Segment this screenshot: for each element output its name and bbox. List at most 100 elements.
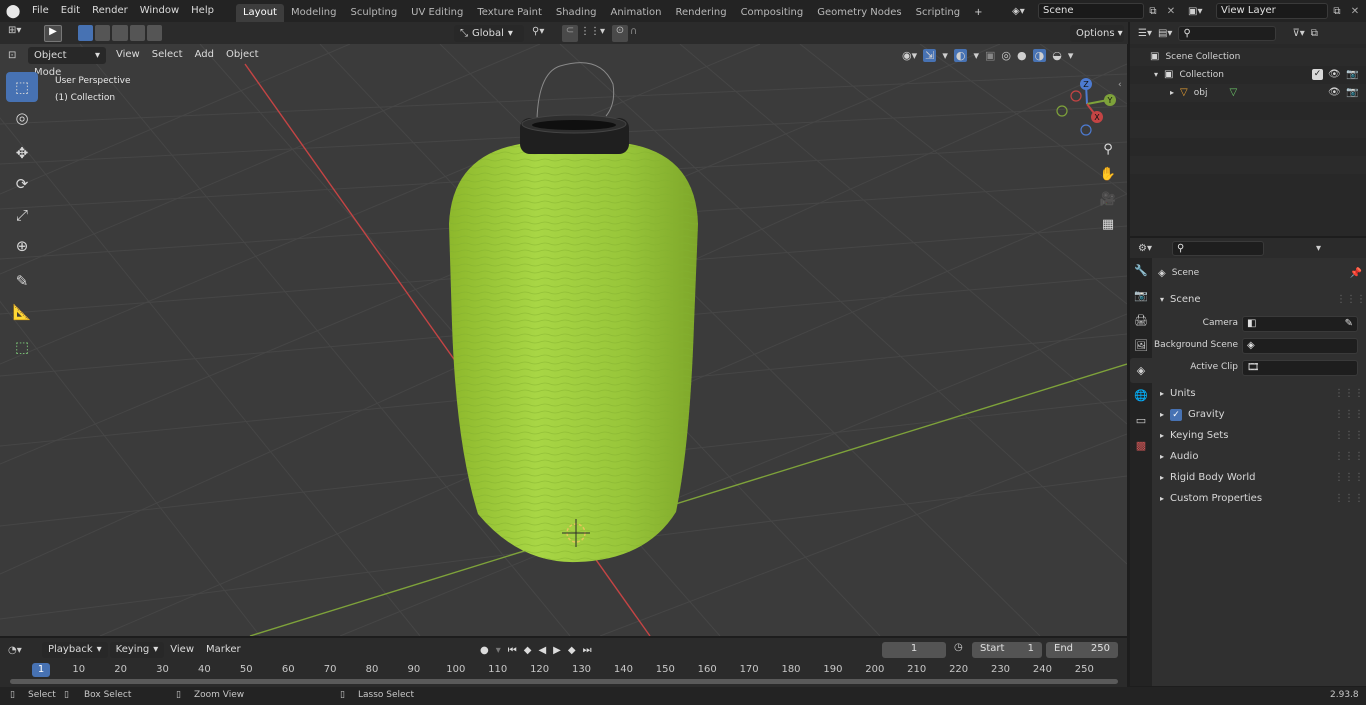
collection-exclude-checkbox[interactable]: ✓ — [1312, 69, 1323, 80]
menu-render[interactable]: Render — [86, 0, 134, 22]
properties-options-icon[interactable]: ▾ — [1316, 243, 1321, 254]
properties-editor-type-icon[interactable]: ⚙▾ — [1138, 243, 1152, 254]
timeline-editor-type-icon[interactable]: ◔▾ — [8, 645, 38, 656]
texture-tab-icon[interactable]: ▩ — [1130, 433, 1152, 458]
properties-search-field[interactable]: ⚲ — [1171, 240, 1264, 256]
select-invert-icon[interactable] — [129, 25, 145, 41]
outliner-filter-icon[interactable]: ⊽▾ — [1292, 28, 1304, 39]
gizmo-neg-z-handle[interactable] — [1080, 124, 1092, 136]
timeline-menu-view[interactable]: View — [164, 639, 200, 661]
keying-dropdown-icon[interactable]: ▾ — [496, 645, 501, 656]
collection-visibility-icon[interactable]: 👁 — [1328, 66, 1341, 84]
add-workspace-button[interactable]: + — [967, 4, 989, 22]
tab-modeling[interactable]: Modeling — [284, 4, 344, 22]
active-tool-icon[interactable]: ▶ — [44, 25, 62, 42]
viewport-menu-add[interactable]: Add — [189, 44, 220, 66]
jump-end-icon[interactable]: ⏭ — [583, 645, 592, 656]
editor-type-button[interactable]: ⊞▾ — [8, 25, 34, 41]
select-box-tool-icon[interactable]: ⬚ — [6, 72, 38, 102]
select-new-icon[interactable] — [78, 25, 94, 41]
copy-view-layer-icon[interactable]: ⧉ — [1328, 6, 1346, 17]
visibility-icon[interactable]: ◉▾ — [902, 49, 917, 62]
options-dropdown[interactable]: Options ▾ — [1070, 25, 1124, 42]
camera-view-icon[interactable]: 🎥 — [1098, 192, 1118, 217]
tab-scripting[interactable]: Scripting — [909, 4, 967, 22]
mesh-data-icon[interactable]: ▽ — [1229, 84, 1237, 102]
3d-viewport[interactable] — [0, 44, 1127, 636]
pivot-point-dropdown[interactable]: ⚲▾ — [532, 26, 556, 37]
pan-hand-icon[interactable]: ✋ — [1098, 167, 1118, 192]
zoom-icon[interactable]: ⚲ — [1098, 142, 1118, 167]
annotate-tool-icon[interactable]: ✎ — [6, 266, 38, 296]
navigation-gizmo[interactable]: Z Y X — [1052, 74, 1122, 138]
timeline-menu-keying[interactable]: Keying ▾ — [109, 642, 165, 658]
auto-keying-icon[interactable]: ● — [480, 645, 489, 656]
menu-edit[interactable]: Edit — [55, 0, 86, 22]
scale-tool-icon[interactable]: ⤢ — [6, 200, 38, 230]
cursor-tool-icon[interactable]: ◎ — [6, 103, 38, 133]
custom-props-drag-icon[interactable]: ⋮⋮⋮ — [1334, 488, 1364, 509]
tab-layout[interactable]: Layout — [235, 4, 284, 22]
viewport-menu-object[interactable]: Object — [220, 44, 265, 66]
outliner-row-scene-collection[interactable]: ▣ Scene Collection — [1130, 48, 1366, 66]
object-mode-dropdown[interactable]: Object Mode ▾ — [28, 46, 106, 78]
outliner-editor-type-icon[interactable]: ☰▾ — [1138, 28, 1152, 39]
copy-scene-icon[interactable]: ⧉ — [1144, 6, 1162, 17]
end-frame-field[interactable]: End 250 — [1046, 642, 1118, 658]
scene-name-field[interactable]: Scene — [1038, 3, 1144, 19]
tab-compositing[interactable]: Compositing — [734, 4, 811, 22]
select-extend-icon[interactable] — [95, 25, 111, 41]
section-audio[interactable]: ▸ Audio ⋮⋮⋮ — [1152, 446, 1364, 467]
render-tab-icon[interactable]: 📷 — [1130, 283, 1152, 308]
viewport-menu-select[interactable]: Select — [146, 44, 189, 66]
snap-target-dropdown[interactable]: ⋮⋮▾ — [580, 26, 606, 37]
view-layer-tab-icon[interactable]: 🖼 — [1130, 333, 1152, 358]
start-frame-field[interactable]: Start 1 — [972, 642, 1042, 658]
outliner-display-mode-icon[interactable]: ▤▾ — [1158, 28, 1172, 39]
transform-orientation-dropdown[interactable]: ⤡ Global ▾ — [454, 25, 524, 42]
keying-sets-drag-icon[interactable]: ⋮⋮⋮ — [1334, 425, 1364, 446]
obj-visibility-icon[interactable]: 👁 — [1328, 84, 1341, 102]
view-layer-selector[interactable]: ▣▾ View Layer ⧉ ✕ — [1188, 2, 1366, 20]
output-tab-icon[interactable]: 🖨 — [1130, 308, 1152, 333]
section-rigid-body-world[interactable]: ▸ Rigid Body World ⋮⋮⋮ — [1152, 467, 1364, 488]
add-cube-tool-icon[interactable]: ⬚ — [6, 332, 38, 362]
units-drag-icon[interactable]: ⋮⋮⋮ — [1334, 383, 1364, 404]
shading-rendered-icon[interactable]: ◒ — [1052, 49, 1062, 62]
shading-solid-icon[interactable]: ● — [1017, 49, 1027, 62]
overlay-toggle-icon[interactable]: ◐ — [953, 48, 968, 62]
scene-panel-drag-icon[interactable]: ⋮⋮⋮ — [1336, 289, 1366, 310]
scene-panel-header[interactable]: ▾ Scene ⋮⋮⋮ — [1152, 289, 1366, 310]
eyedropper-icon[interactable]: ✎ — [1345, 317, 1353, 331]
gizmo-neg-y-handle[interactable] — [1056, 105, 1068, 117]
section-gravity[interactable]: ▸ ✓ Gravity ⋮⋮⋮ — [1152, 404, 1364, 425]
shading-options-icon[interactable]: ▾ — [1068, 49, 1074, 62]
timeline-ruler[interactable]: 1 10 20 30 40 50 60 70 80 90 100 110 120 130 140 150 160… — [0, 662, 1127, 680]
tab-texture-paint[interactable]: Texture Paint — [470, 4, 549, 22]
obj-render-icon[interactable]: 📷 — [1346, 84, 1358, 102]
gravity-drag-icon[interactable]: ⋮⋮⋮ — [1334, 404, 1364, 425]
shading-wireframe-icon[interactable]: ◎ — [1001, 49, 1011, 62]
obj-expand-icon[interactable]: ▸ — [1170, 84, 1174, 102]
measure-tool-icon[interactable]: 📐 — [6, 297, 38, 327]
menu-file[interactable]: File — [26, 0, 55, 22]
menu-window[interactable]: Window — [134, 0, 185, 22]
tab-rendering[interactable]: Rendering — [668, 4, 733, 22]
viewport-menu-view[interactable]: View — [110, 44, 146, 66]
current-frame-field[interactable]: 1 — [882, 642, 946, 658]
active-clip-field[interactable]: 🎞 — [1242, 360, 1358, 376]
section-custom-properties[interactable]: ▸ Custom Properties ⋮⋮⋮ — [1152, 488, 1364, 509]
pin-icon[interactable]: 📌 — [1350, 268, 1362, 279]
tab-animation[interactable]: Animation — [604, 4, 669, 22]
timeline-menu-playback[interactable]: Playback ▾ — [42, 642, 108, 658]
close-view-layer-icon[interactable]: ✕ — [1346, 6, 1364, 17]
blender-logo-icon[interactable]: ⬤ — [0, 4, 26, 19]
tab-sculpting[interactable]: Sculpting — [343, 4, 404, 22]
preview-range-icon[interactable]: ◷ — [954, 642, 963, 653]
gizmo-toggle-icon[interactable]: ⇲ — [923, 48, 937, 62]
outliner-search-field[interactable]: ⚲ — [1178, 25, 1277, 41]
select-intersect-icon[interactable] — [146, 25, 163, 41]
tab-uv-editing[interactable]: UV Editing — [404, 4, 470, 22]
move-tool-icon[interactable]: ✥ — [6, 138, 38, 168]
collection-expand-icon[interactable]: ▾ — [1154, 66, 1158, 84]
